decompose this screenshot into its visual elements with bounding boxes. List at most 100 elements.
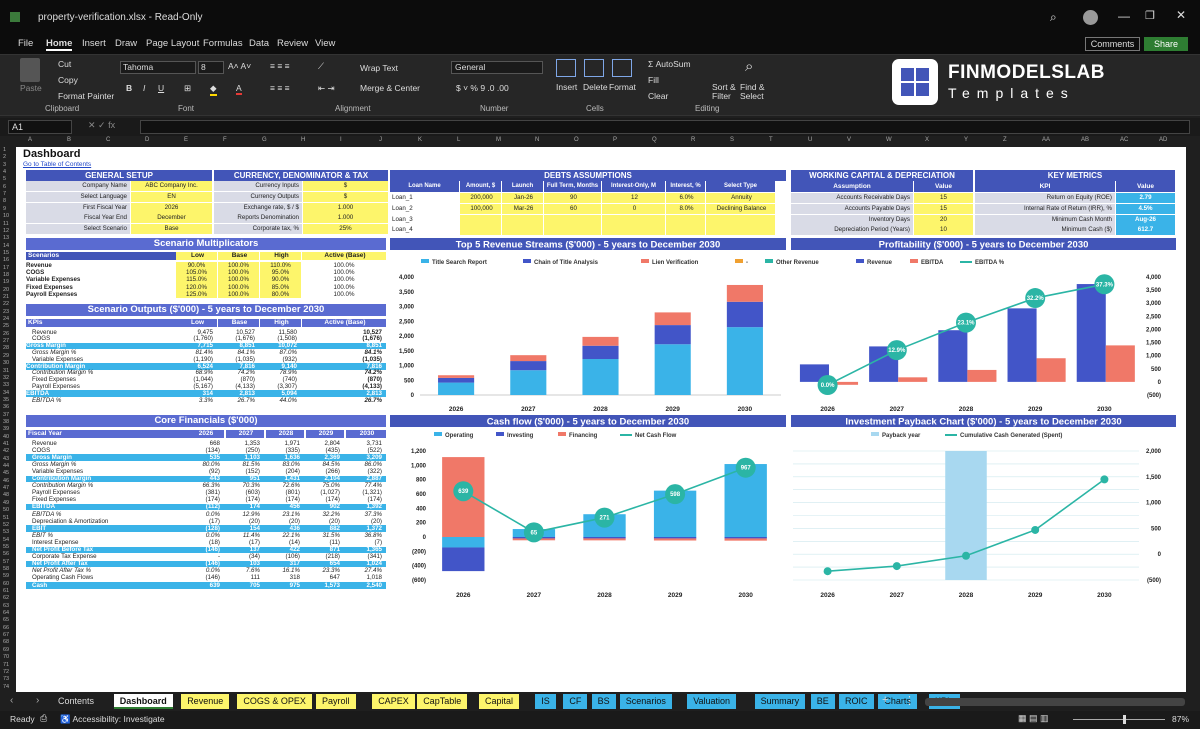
row-header[interactable]: 57 xyxy=(3,559,9,565)
find-select-button[interactable]: Find & Select xyxy=(740,83,770,101)
tab-captable[interactable]: CapTable xyxy=(417,694,468,709)
cut-button[interactable]: Cut xyxy=(58,59,71,69)
window-title[interactable]: property-verification.xlsx - Read-Only xyxy=(38,12,203,23)
column-header[interactable]: H xyxy=(301,137,305,143)
column-header[interactable]: M xyxy=(496,137,501,143)
row-header[interactable]: 71 xyxy=(3,662,9,668)
row-header[interactable]: 68 xyxy=(3,639,9,645)
row-header[interactable]: 10 xyxy=(3,213,9,219)
fx-icon[interactable]: ✕ ✓ fx xyxy=(88,120,115,131)
column-header[interactable]: AC xyxy=(1120,137,1128,143)
add-sheet-icon[interactable]: + xyxy=(882,694,888,706)
row-header[interactable]: 52 xyxy=(3,522,9,528)
clear-button[interactable]: Clear xyxy=(648,91,668,101)
row-header[interactable]: 36 xyxy=(3,404,9,410)
row-header[interactable]: 18 xyxy=(3,272,9,278)
column-header[interactable]: N xyxy=(535,137,539,143)
column-header[interactable]: Y xyxy=(964,137,968,143)
row-header[interactable]: 67 xyxy=(3,632,9,638)
autosum-button[interactable]: Σ AutoSum xyxy=(648,59,691,69)
tab-revenue[interactable]: Revenue xyxy=(181,694,230,709)
row-header[interactable]: 54 xyxy=(3,537,9,543)
row-header[interactable]: 3 xyxy=(3,162,6,168)
format-painter-button[interactable]: Format Painter xyxy=(58,91,114,101)
column-header[interactable]: L xyxy=(457,137,460,143)
row-header[interactable]: 23 xyxy=(3,309,9,315)
row-header[interactable]: 20 xyxy=(3,287,9,293)
row-header[interactable]: 37 xyxy=(3,412,9,418)
column-header[interactable]: V xyxy=(847,137,851,143)
column-header[interactable]: R xyxy=(691,137,695,143)
row-header[interactable]: 61 xyxy=(3,588,9,594)
normal-view-icon[interactable]: ▦ ▤ ▥ xyxy=(1018,713,1049,724)
row-header[interactable]: 21 xyxy=(3,294,9,300)
zoom-slider[interactable] xyxy=(1073,719,1165,720)
row-header[interactable]: 33 xyxy=(3,382,9,388)
menu-view[interactable]: View xyxy=(315,38,335,49)
menu-page-layout[interactable]: Page Layout xyxy=(146,38,199,49)
font-size-select[interactable]: 8 xyxy=(198,61,224,74)
row-header[interactable]: 42 xyxy=(3,448,9,454)
tab-payroll[interactable]: Payroll xyxy=(316,694,356,709)
row-header[interactable]: 11 xyxy=(3,221,9,227)
tab-scenarios[interactable]: Scenarios xyxy=(619,694,672,709)
row-header[interactable]: 58 xyxy=(3,566,9,572)
comments-button[interactable]: Comments xyxy=(1085,37,1140,51)
row-header[interactable]: 26 xyxy=(3,331,9,337)
column-header[interactable]: G xyxy=(262,137,267,143)
insert-button[interactable]: Insert xyxy=(556,82,577,92)
insert-cells-icon[interactable] xyxy=(556,59,576,77)
search-icon[interactable]: ⌕ xyxy=(1050,10,1057,25)
column-header[interactable]: AD xyxy=(1159,137,1167,143)
merge-center-button[interactable]: Merge & Center xyxy=(360,83,420,93)
paste-button[interactable]: Paste xyxy=(20,83,42,93)
close-icon[interactable]: ✕ xyxy=(1176,8,1186,22)
name-box[interactable]: A1 xyxy=(8,120,72,134)
italic-icon[interactable]: I xyxy=(143,83,145,93)
delete-cells-icon[interactable] xyxy=(584,59,604,77)
row-header[interactable]: 12 xyxy=(3,228,9,234)
row-header[interactable]: 22 xyxy=(3,301,9,307)
row-header[interactable]: 43 xyxy=(3,456,9,462)
menu-formulas[interactable]: Formulas xyxy=(203,38,243,49)
avatar[interactable] xyxy=(1083,10,1098,25)
zoom-slider-thumb[interactable] xyxy=(1123,715,1126,724)
column-header[interactable]: X xyxy=(925,137,929,143)
tab-capital[interactable]: Capital xyxy=(479,694,520,709)
tab-valuation[interactable]: Valuation xyxy=(687,694,737,709)
column-header[interactable]: T xyxy=(769,137,773,143)
row-header[interactable]: 8 xyxy=(3,198,6,204)
align-top-icon[interactable]: ≡ ≡ ≡ xyxy=(270,61,290,71)
row-header[interactable]: 53 xyxy=(3,529,9,535)
row-header[interactable]: 48 xyxy=(3,492,9,498)
row-header[interactable]: 51 xyxy=(3,515,9,521)
format-cells-icon[interactable] xyxy=(612,59,632,77)
sheet-canvas[interactable]: Dashboard Go to Table of Contents GENERA… xyxy=(16,147,1186,692)
tab-cf[interactable]: CF xyxy=(563,694,588,709)
column-header[interactable]: A xyxy=(28,137,32,143)
indent-icon[interactable]: ⇤ ⇥ xyxy=(318,83,335,94)
zoom-level[interactable]: 87% xyxy=(1172,714,1189,724)
column-header[interactable]: O xyxy=(574,137,579,143)
menu-file[interactable]: File xyxy=(18,38,33,49)
row-header[interactable]: 32 xyxy=(3,375,9,381)
row-header[interactable]: 56 xyxy=(3,551,9,557)
row-header[interactable]: 60 xyxy=(3,581,9,587)
horizontal-scrollbar[interactable] xyxy=(925,698,1185,706)
row-header[interactable]: 65 xyxy=(3,617,9,623)
row-header[interactable]: 73 xyxy=(3,676,9,682)
row-header[interactable]: 28 xyxy=(3,345,9,351)
row-header[interactable]: 34 xyxy=(3,390,9,396)
row-header[interactable]: 24 xyxy=(3,316,9,322)
row-header[interactable]: 29 xyxy=(3,353,9,359)
tab-dashboard[interactable]: Dashboard xyxy=(113,694,173,709)
bold-icon[interactable]: B xyxy=(126,83,132,93)
paste-icon[interactable] xyxy=(20,58,40,82)
row-header[interactable]: 9 xyxy=(3,206,6,212)
column-header[interactable]: F xyxy=(223,137,227,143)
wrap-text-button[interactable]: Wrap Text xyxy=(360,63,398,73)
row-header[interactable]: 49 xyxy=(3,500,9,506)
row-header[interactable]: 31 xyxy=(3,368,9,374)
column-header[interactable]: S xyxy=(730,137,734,143)
row-header[interactable]: 40 xyxy=(3,434,9,440)
